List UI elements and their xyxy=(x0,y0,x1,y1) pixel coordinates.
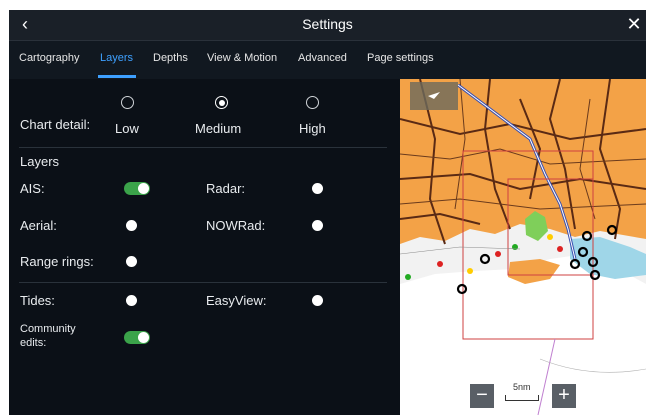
aerial-label: Aerial: xyxy=(20,218,57,233)
range-rings-label: Range rings: xyxy=(20,254,94,269)
title-bar: ‹ Settings ✕ xyxy=(9,10,646,41)
toggle-knob xyxy=(126,256,137,267)
tides-label: Tides: xyxy=(20,293,55,308)
community-edits-label-line2: edits: xyxy=(20,337,47,349)
chart-preview-map[interactable]: − + 5nm xyxy=(400,79,646,415)
tab-advanced[interactable]: Advanced xyxy=(298,52,347,64)
toggle-knob xyxy=(138,183,149,194)
tab-view-motion[interactable]: View & Motion xyxy=(207,52,277,64)
toggle-knob xyxy=(312,295,323,306)
layers-heading: Layers xyxy=(20,154,60,169)
radar-toggle[interactable] xyxy=(305,182,331,195)
ais-toggle[interactable] xyxy=(124,182,150,195)
range-rings-toggle[interactable] xyxy=(119,255,145,268)
chart-detail-low-radio[interactable] xyxy=(121,96,134,109)
ais-label: AIS: xyxy=(20,181,45,196)
toggle-knob xyxy=(312,183,323,194)
tab-page-settings[interactable]: Page settings xyxy=(367,52,434,64)
nowrad-toggle[interactable] xyxy=(305,219,331,232)
chart-detail-medium-radio[interactable] xyxy=(215,96,228,109)
easyview-toggle[interactable] xyxy=(305,294,331,307)
toggle-knob xyxy=(126,295,137,306)
zoom-out-button[interactable]: − xyxy=(470,384,494,408)
zoom-in-button[interactable]: + xyxy=(552,384,576,408)
chart-detail-low-label: Low xyxy=(115,121,139,136)
section-divider xyxy=(19,282,387,283)
section-divider xyxy=(19,147,387,148)
tab-bar: Cartography Layers Depths View & Motion … xyxy=(9,41,646,79)
tab-cartography[interactable]: Cartography xyxy=(19,52,80,64)
chart-map-graphic xyxy=(400,79,646,415)
settings-window: ‹ Settings ✕ Cartography Layers Depths V… xyxy=(9,10,646,415)
chart-detail-label: Chart detail: xyxy=(20,117,91,132)
toggle-knob xyxy=(312,220,323,231)
tab-depths[interactable]: Depths xyxy=(153,52,188,64)
scale-bar xyxy=(505,395,539,401)
easyview-label: EasyView: xyxy=(206,293,267,308)
chart-detail-high-radio[interactable] xyxy=(306,96,319,109)
close-icon: ✕ xyxy=(626,14,642,34)
close-button[interactable]: ✕ xyxy=(624,13,644,37)
toggle-knob xyxy=(126,220,137,231)
tab-layers[interactable]: Layers xyxy=(100,52,133,64)
active-tab-indicator xyxy=(98,75,136,78)
tides-toggle[interactable] xyxy=(119,294,145,307)
chart-detail-medium-label: Medium xyxy=(195,121,242,136)
chart-detail-high-label: High xyxy=(299,121,326,136)
scale-bar-label: 5nm xyxy=(513,382,531,392)
page-title: Settings xyxy=(302,16,353,32)
aerial-toggle[interactable] xyxy=(119,219,145,232)
nowrad-label: NOWRad: xyxy=(206,218,266,233)
layers-settings-panel: Chart detail: Low Medium High Layers AIS… xyxy=(9,79,400,415)
radar-label: Radar: xyxy=(206,181,246,196)
toggle-knob xyxy=(138,332,149,343)
community-edits-label-line1: Community xyxy=(20,323,76,335)
community-edits-toggle[interactable] xyxy=(124,331,150,344)
